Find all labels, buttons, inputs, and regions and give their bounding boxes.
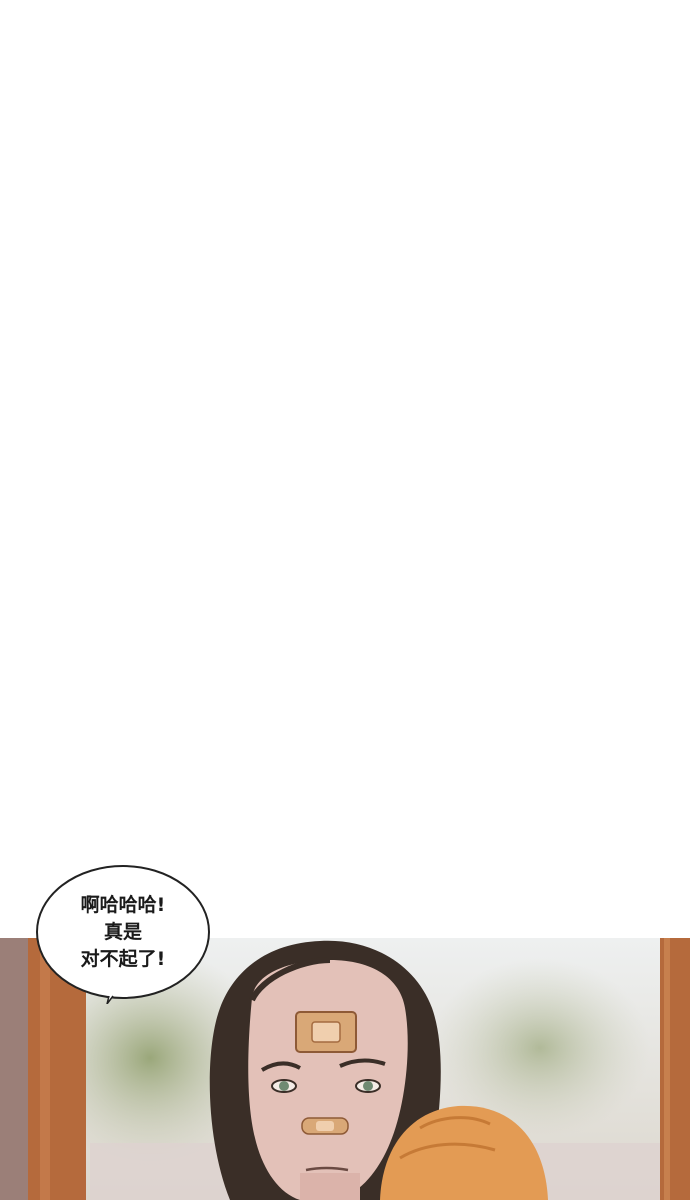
bubble-text: 啊哈哈哈! 真是 对不起了! xyxy=(33,892,213,973)
bubble-line-2: 真是 xyxy=(103,921,142,943)
speech-bubble: 啊哈哈哈! 真是 对不起了! xyxy=(33,862,213,1004)
frame-left-outer xyxy=(0,938,28,1200)
bubble-line-1: 啊哈哈哈! xyxy=(80,894,166,916)
bubble-line-3: 对不起了! xyxy=(80,948,166,970)
blank-space xyxy=(0,0,690,938)
